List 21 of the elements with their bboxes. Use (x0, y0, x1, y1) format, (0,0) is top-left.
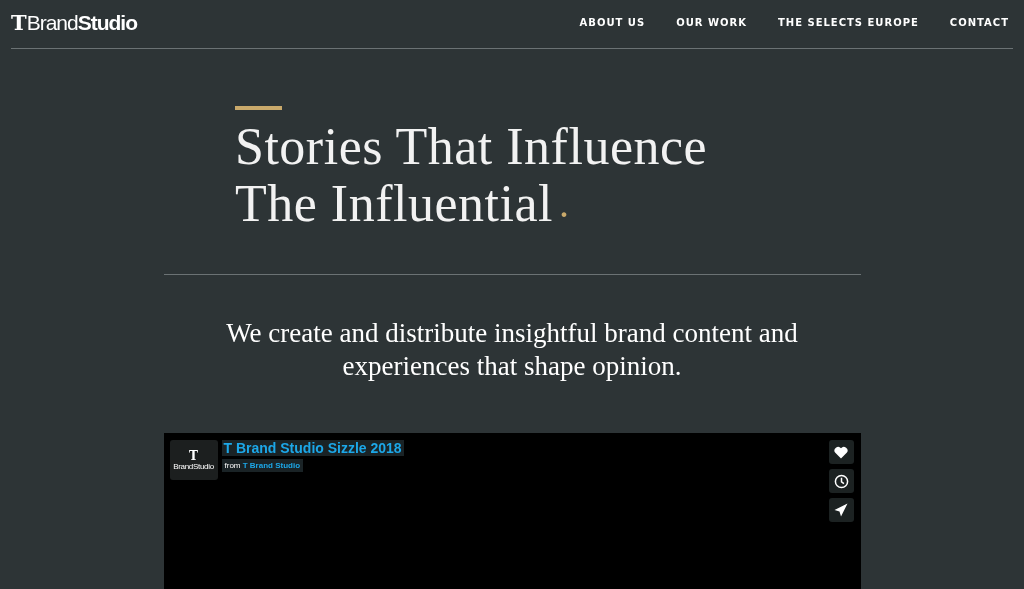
like-button[interactable] (828, 440, 854, 464)
video-title[interactable]: T Brand Studio Sizzle 2018 (221, 440, 404, 456)
headline: The Influential (235, 175, 553, 232)
nav-link[interactable]: THE SELECTS EUROPE (777, 16, 919, 28)
author-link[interactable]: T Brand Studio (242, 461, 301, 470)
video-player[interactable]: T BrandStudio T Brand Studio Sizzle 2018 from T Brand Studio (163, 433, 861, 589)
nav-link[interactable]: ABOUT US (579, 16, 646, 28)
paper-plane-icon (834, 503, 848, 517)
nav-link[interactable]: OUR WORK (676, 16, 747, 28)
heart-icon (834, 445, 848, 459)
accent-bar (235, 106, 282, 110)
headline: Stories That Influence (235, 118, 708, 175)
clock-icon (833, 473, 849, 489)
video-byline: from T Brand Studio (221, 459, 304, 472)
logo[interactable]: TBrandStudio (11, 9, 137, 35)
intro-text: We create and distribute insightful brand content and experiences that shape opinion. (225, 317, 799, 383)
share-button[interactable] (828, 498, 854, 522)
watch-later-button[interactable] (828, 469, 854, 493)
nav-link[interactable]: CONTACT (949, 16, 1009, 28)
channel-avatar[interactable]: T BrandStudio (169, 440, 218, 480)
accent-dot: . (558, 180, 570, 228)
